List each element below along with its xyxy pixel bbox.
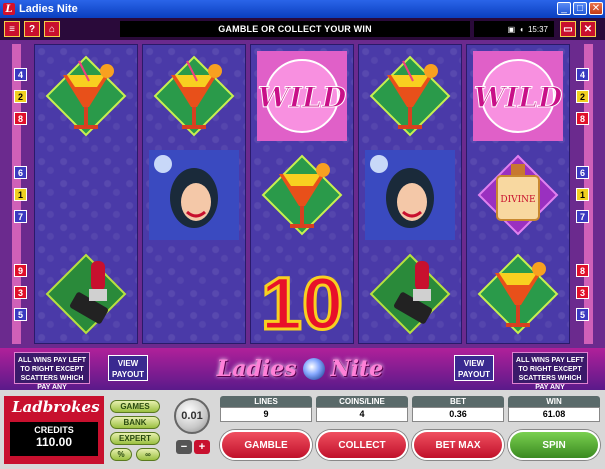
- lipstick-symbol: [45, 253, 127, 335]
- pay-rule-note-right: ALL WINS PAY LEFT TO RIGHT EXCEPT SCATTE…: [512, 352, 588, 391]
- wild-label: WILD: [258, 81, 347, 114]
- woman-symbol: [365, 150, 455, 240]
- line-number-right[interactable]: 7: [576, 210, 589, 223]
- menu-icon[interactable]: ≡: [4, 21, 20, 37]
- bank-button[interactable]: BANK: [110, 416, 160, 429]
- view-payout-button-left[interactable]: VIEW PAYOUT: [108, 355, 148, 381]
- reel-2: [142, 44, 246, 344]
- gamble-button[interactable]: GAMBLE: [220, 430, 312, 460]
- bet-label: BET: [412, 396, 504, 407]
- line-number-left[interactable]: 2: [14, 90, 27, 103]
- close-button[interactable]: ✕: [589, 2, 603, 15]
- coins-per-line-stat: COINS/LINE 4: [316, 396, 408, 424]
- reel-4: [358, 44, 462, 344]
- line-number-right[interactable]: 8: [576, 264, 589, 277]
- line-number-left[interactable]: 5: [14, 308, 27, 321]
- line-number-left[interactable]: 4: [14, 68, 27, 81]
- perfume-symbol: DIVINE: [477, 154, 559, 236]
- title-bar: L Ladies Nite _ □ ✕: [0, 0, 605, 18]
- line-number-right[interactable]: 4: [576, 68, 589, 81]
- perfume-label: DIVINE: [500, 195, 535, 205]
- auto-play-icon[interactable]: ∞: [136, 448, 160, 461]
- exit-game-icon[interactable]: ✕: [580, 21, 596, 37]
- ladies-nite-logo: Ladies Nite: [170, 350, 430, 388]
- ladbrokes-logo-icon: L: [3, 3, 15, 15]
- credits-label: CREDITS: [34, 425, 74, 435]
- wild-label: WILD: [474, 81, 563, 114]
- line-number-left[interactable]: 6: [14, 166, 27, 179]
- line-number-right[interactable]: 3: [576, 286, 589, 299]
- line-number-right[interactable]: 1: [576, 188, 589, 201]
- coins-per-line-value: 4: [316, 407, 408, 422]
- expert-button[interactable]: EXPERT: [110, 432, 160, 445]
- line-number-left[interactable]: 7: [14, 210, 27, 223]
- spin-button[interactable]: SPIN: [508, 430, 600, 460]
- cocktail-symbol: [153, 55, 235, 137]
- scatter-label: 10: [261, 262, 343, 339]
- lipstick-symbol: [369, 253, 451, 335]
- credits-value: 110.00: [35, 435, 73, 449]
- line-number-left[interactable]: 1: [14, 188, 27, 201]
- cocktail-symbol: [45, 55, 127, 137]
- line-number-right[interactable]: 2: [576, 90, 589, 103]
- brand-panel: Ladbrokes CREDITS 110.00: [4, 396, 104, 464]
- logo-bar: ALL WINS PAY LEFT TO RIGHT EXCEPT SCATTE…: [0, 348, 605, 391]
- line-number-left[interactable]: 9: [14, 264, 27, 277]
- line-number-right[interactable]: 6: [576, 166, 589, 179]
- coin-increase-button[interactable]: +: [194, 440, 210, 454]
- line-number-left[interactable]: 3: [14, 286, 27, 299]
- reel-area: 4 2 8 6 1 7 9 3 5 4 2 8 6 1 7 8 3 5 WILD…: [0, 40, 605, 348]
- game-window: L Ladies Nite _ □ ✕ ≡ ? ⌂ GAMBLE OR COLL…: [0, 0, 605, 469]
- reel-3: WILD 10: [250, 44, 354, 344]
- coin-value-selector[interactable]: 0.01: [174, 398, 210, 434]
- network-icon: ▣: [507, 24, 516, 34]
- collect-button[interactable]: COLLECT: [316, 430, 408, 460]
- percentage-button[interactable]: %: [110, 448, 132, 461]
- maximize-button[interactable]: □: [573, 2, 587, 15]
- coins-per-line-label: COINS/LINE: [316, 396, 408, 407]
- help-icon[interactable]: ?: [24, 21, 40, 37]
- status-message: GAMBLE OR COLLECT YOUR WIN: [120, 21, 470, 37]
- games-button[interactable]: GAMES: [110, 400, 160, 413]
- win-stat: WIN 61.08: [508, 396, 600, 424]
- view-payout-button-right[interactable]: VIEW PAYOUT: [454, 355, 494, 381]
- line-number-left[interactable]: 8: [14, 112, 27, 125]
- woman-symbol: [149, 150, 239, 240]
- cocktail-symbol: [477, 253, 559, 335]
- game-top-bar: ≡ ? ⌂ GAMBLE OR COLLECT YOUR WIN ▣ ◖ 15:…: [0, 18, 605, 40]
- coin-decrease-button[interactable]: −: [176, 440, 192, 454]
- pay-rule-note-left: ALL WINS PAY LEFT TO RIGHT EXCEPT SCATTE…: [14, 352, 90, 391]
- line-number-right[interactable]: 5: [576, 308, 589, 321]
- reel-5: WILD DIVINE: [466, 44, 570, 344]
- lines-stat: LINES 9: [220, 396, 312, 424]
- line-number-right[interactable]: 8: [576, 112, 589, 125]
- bet-value: 0.36: [412, 407, 504, 422]
- cocktail-symbol: [261, 154, 343, 236]
- bet-stat: BET 0.36: [412, 396, 504, 424]
- disco-ball-icon: [302, 358, 325, 380]
- minimize-button[interactable]: _: [557, 2, 571, 15]
- logo-text-right: Nite: [330, 356, 384, 382]
- reel-1: [34, 44, 138, 344]
- window-mode-icon[interactable]: ▭: [560, 21, 576, 37]
- credits-display: CREDITS 110.00: [10, 422, 98, 456]
- scatter-10-symbol: 10: [259, 261, 344, 340]
- sound-icon: ◖: [519, 24, 524, 34]
- cocktail-symbol: [369, 55, 451, 137]
- lines-value: 9: [220, 407, 312, 422]
- clock-display: ▣ ◖ 15:37: [474, 21, 554, 37]
- bet-max-button[interactable]: BET MAX: [412, 430, 504, 460]
- wild-symbol: WILD: [473, 51, 563, 141]
- control-panel: Ladbrokes CREDITS 110.00 GAMES BANK EXPE…: [0, 390, 605, 469]
- win-label: WIN: [508, 396, 600, 407]
- brand-name: Ladbrokes: [12, 398, 100, 416]
- home-icon[interactable]: ⌂: [44, 21, 60, 37]
- window-title: Ladies Nite: [19, 3, 78, 15]
- win-value: 61.08: [508, 407, 600, 422]
- wild-symbol: WILD: [257, 51, 347, 141]
- clock-time: 15:37: [527, 24, 548, 34]
- lines-label: LINES: [220, 396, 312, 407]
- logo-text-left: Ladies: [216, 356, 297, 382]
